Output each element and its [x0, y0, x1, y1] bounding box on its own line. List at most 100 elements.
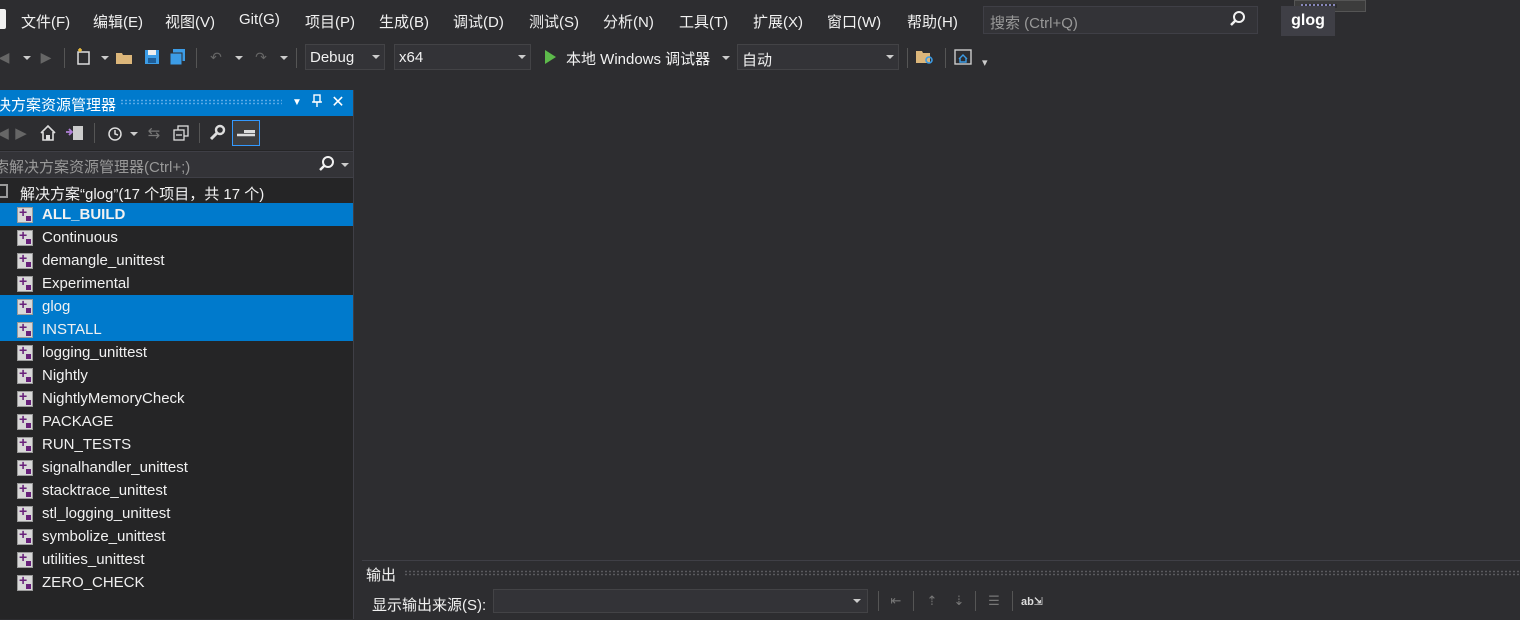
- toolbar-divider: [196, 48, 197, 68]
- preview-selected-items-icon[interactable]: [232, 120, 260, 146]
- menu-view[interactable]: 视图(V): [165, 11, 215, 32]
- open-folder-icon[interactable]: [114, 47, 134, 67]
- solution-configuration-select[interactable]: Debug: [305, 44, 385, 70]
- window-position-menu-icon[interactable]: ▼: [288, 93, 306, 113]
- save-all-icon[interactable]: [168, 47, 188, 67]
- solution-explorer-panel: 决方案资源管理器 ▼ ✕ ◀ ▶ ⇆ 索解决方案资源管理器(Ctrl+;) 解决…: [0, 90, 354, 619]
- debug-mode-select[interactable]: 自动: [737, 44, 899, 70]
- tree-project-item[interactable]: Nightly: [0, 364, 353, 387]
- menu-analyze[interactable]: 分析(N): [603, 11, 654, 32]
- tree-project-item[interactable]: signalhandler_unittest: [0, 456, 353, 479]
- tree-project-item[interactable]: utilities_unittest: [0, 548, 353, 571]
- cpp-project-icon: [17, 250, 33, 269]
- search-icon[interactable]: [318, 155, 336, 177]
- chevron-down-icon: [853, 599, 861, 603]
- tree-project-item[interactable]: PACKAGE: [0, 410, 353, 433]
- menu-window[interactable]: 窗口(W): [827, 11, 881, 32]
- start-debugging-button[interactable]: 本地 Windows 调试器: [566, 48, 710, 69]
- menu-file[interactable]: 文件(F): [21, 11, 70, 32]
- tree-project-label: INSTALL: [42, 321, 102, 338]
- next-message-icon[interactable]: ⇣: [948, 591, 970, 611]
- save-icon[interactable]: [142, 47, 162, 67]
- cpp-project-icon: [17, 342, 33, 361]
- solution-explorer-search-placeholder: 索解决方案资源管理器(Ctrl+;): [0, 159, 191, 176]
- navigate-back-icon[interactable]: ◀: [0, 47, 14, 67]
- switch-views-icon[interactable]: [63, 123, 85, 143]
- word-wrap-icon[interactable]: ab⇲: [1021, 591, 1043, 611]
- home-icon[interactable]: [37, 123, 59, 143]
- solution-platform-value: x64: [399, 49, 424, 66]
- global-search-input[interactable]: 搜索 (Ctrl+Q): [983, 6, 1258, 34]
- tree-project-item[interactable]: glog: [0, 295, 353, 318]
- tree-project-item[interactable]: NightlyMemoryCheck: [0, 387, 353, 410]
- forward-icon[interactable]: ▶: [10, 123, 32, 143]
- find-in-files-icon[interactable]: [915, 47, 935, 67]
- tree-project-label: Continuous: [42, 229, 118, 246]
- debug-mode-value: 自动: [742, 52, 773, 69]
- tree-project-label: stacktrace_unittest: [42, 482, 168, 499]
- menu-tools[interactable]: 工具(T): [679, 11, 728, 32]
- output-source-select[interactable]: [493, 589, 868, 613]
- solution-icon: [0, 184, 8, 198]
- output-panel: 输出 显示输出来源(S): ⇤ ⇡ ⇣ ☰ ab⇲: [362, 560, 1520, 620]
- vs-logo-icon: [0, 9, 6, 29]
- menu-build[interactable]: 生成(B): [379, 11, 429, 32]
- menu-debug[interactable]: 调试(D): [453, 11, 504, 32]
- toolbar-divider: [296, 48, 297, 68]
- tree-project-item[interactable]: stacktrace_unittest: [0, 479, 353, 502]
- tree-project-label: NightlyMemoryCheck: [42, 390, 185, 407]
- navigate-forward-icon[interactable]: ▶: [36, 47, 56, 67]
- tree-project-item[interactable]: INSTALL: [0, 318, 353, 341]
- solution-platform-select[interactable]: x64: [394, 44, 531, 70]
- menu-extensions[interactable]: 扩展(X): [753, 11, 803, 32]
- debug-target-dropdown-icon[interactable]: [722, 56, 730, 60]
- pin-icon[interactable]: [308, 93, 326, 113]
- start-debugging-icon[interactable]: [545, 50, 556, 64]
- tree-project-item[interactable]: RUN_TESTS: [0, 433, 353, 456]
- output-panel-title[interactable]: 输出: [366, 564, 396, 585]
- tree-project-item[interactable]: demangle_unittest: [0, 249, 353, 272]
- tree-project-item[interactable]: symbolize_unittest: [0, 525, 353, 548]
- search-icon[interactable]: [1229, 10, 1247, 32]
- new-project-dropdown-icon[interactable]: [101, 56, 109, 60]
- tree-project-label: glog: [42, 298, 71, 315]
- search-options-dropdown-icon[interactable]: [341, 163, 349, 167]
- properties-icon[interactable]: [206, 123, 228, 143]
- undo-dropdown-icon[interactable]: [235, 56, 243, 60]
- tree-project-label: ZERO_CHECK: [42, 574, 145, 591]
- close-icon[interactable]: ✕: [329, 93, 347, 113]
- clear-all-icon[interactable]: ☰: [983, 591, 1005, 611]
- pending-changes-filter-icon[interactable]: [104, 123, 126, 143]
- toolbar-divider: [64, 48, 65, 68]
- tree-project-item[interactable]: ZERO_CHECK: [0, 571, 353, 594]
- cpp-project-icon: [17, 227, 33, 246]
- solution-root-node[interactable]: 解决方案“glog”(17 个项目，共 17 个): [0, 180, 353, 203]
- pending-changes-dropdown-icon[interactable]: [130, 132, 138, 136]
- tree-project-item[interactable]: logging_unittest: [0, 341, 353, 364]
- solution-root-label: 解决方案“glog”(17 个项目，共 17 个): [20, 186, 265, 203]
- redo-dropdown-icon[interactable]: [280, 56, 288, 60]
- home-page-icon[interactable]: [953, 47, 973, 67]
- project-badge[interactable]: glog: [1281, 6, 1335, 36]
- global-search-placeholder: 搜索 (Ctrl+Q): [990, 15, 1078, 32]
- tree-project-item[interactable]: Continuous: [0, 226, 353, 249]
- menu-test[interactable]: 测试(S): [529, 11, 579, 32]
- solution-explorer-search-input[interactable]: 索解决方案资源管理器(Ctrl+;): [0, 151, 353, 178]
- menu-edit[interactable]: 编辑(E): [93, 11, 143, 32]
- sync-with-document-icon[interactable]: ⇆: [143, 123, 165, 143]
- new-project-icon[interactable]: [74, 47, 94, 67]
- navigate-back-dropdown-icon[interactable]: [23, 56, 31, 60]
- previous-message-icon[interactable]: ⇡: [921, 591, 943, 611]
- undo-icon[interactable]: ↶: [206, 47, 226, 67]
- tree-project-item[interactable]: stl_logging_unittest: [0, 502, 353, 525]
- menu-project[interactable]: 项目(P): [305, 11, 355, 32]
- menu-git[interactable]: Git(G): [239, 11, 280, 28]
- solution-explorer-titlebar[interactable]: 决方案资源管理器 ▼ ✕: [0, 90, 353, 116]
- redo-icon[interactable]: ↷: [251, 47, 271, 67]
- tree-project-item[interactable]: Experimental: [0, 272, 353, 295]
- menu-help[interactable]: 帮助(H): [907, 11, 958, 32]
- toolbar-overflow-icon[interactable]: ▾: [982, 56, 988, 69]
- collapse-all-icon[interactable]: [170, 123, 192, 143]
- tree-project-item[interactable]: ALL_BUILD: [0, 203, 353, 226]
- find-message-in-code-icon[interactable]: ⇤: [885, 591, 907, 611]
